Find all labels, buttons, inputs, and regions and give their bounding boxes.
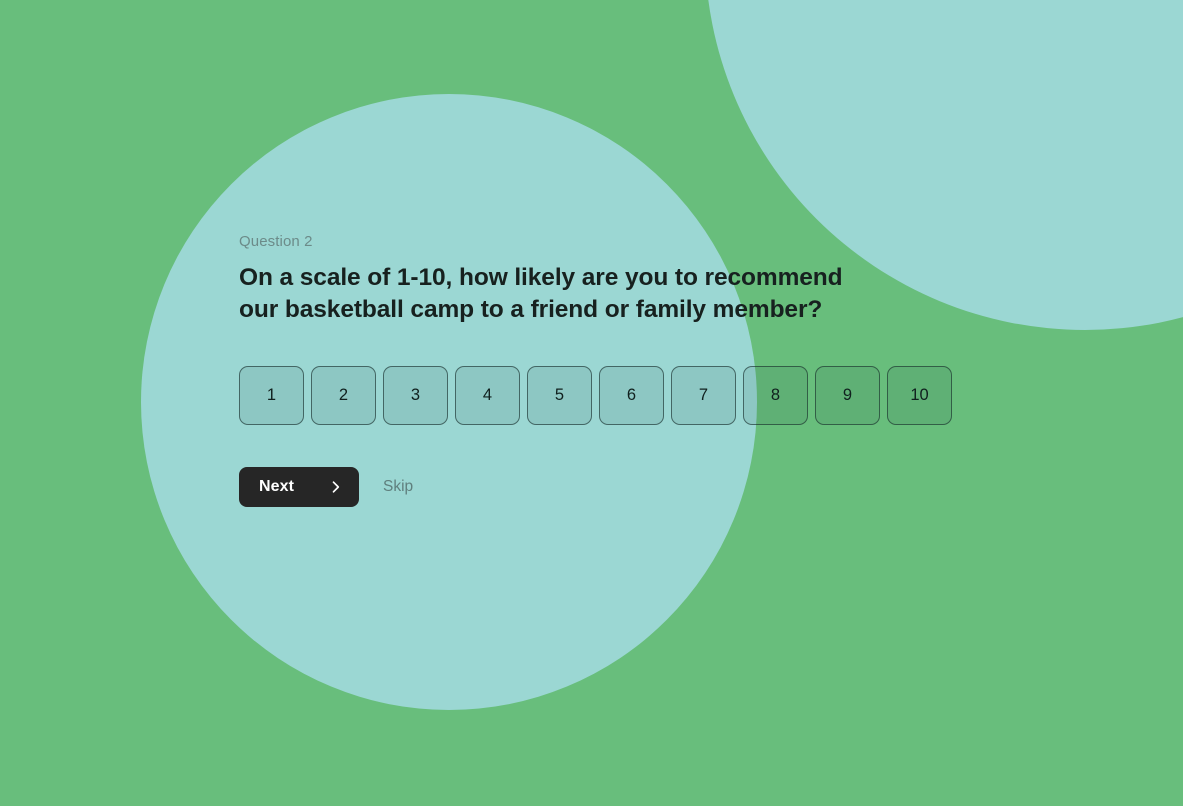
rating-scale-group: 1 2 3 4 5 6 7 8 9 10: [239, 366, 952, 425]
scale-option-8[interactable]: 8: [743, 366, 808, 425]
scale-option-2[interactable]: 2: [311, 366, 376, 425]
question-card: Question 2 On a scale of 1-10, how likel…: [239, 232, 1139, 326]
question-text: On a scale of 1-10, how likely are you t…: [239, 264, 843, 323]
question-number-label: Question 2: [239, 233, 313, 250]
survey-page: Question 2 On a scale of 1-10, how likel…: [0, 0, 1183, 806]
scale-option-4[interactable]: 4: [455, 366, 520, 425]
scale-option-10[interactable]: 10: [887, 366, 952, 425]
skip-button[interactable]: Skip: [379, 479, 417, 495]
scale-option-9[interactable]: 9: [815, 366, 880, 425]
actions-row: Next Skip: [239, 467, 417, 507]
next-button-label: Next: [259, 478, 295, 495]
scale-option-5[interactable]: 5: [527, 366, 592, 425]
scale-option-7[interactable]: 7: [671, 366, 736, 425]
scale-option-1[interactable]: 1: [239, 366, 304, 425]
chevron-right-icon: [330, 480, 342, 494]
scale-option-6[interactable]: 6: [599, 366, 664, 425]
next-button[interactable]: Next: [239, 467, 359, 507]
scale-option-3[interactable]: 3: [383, 366, 448, 425]
